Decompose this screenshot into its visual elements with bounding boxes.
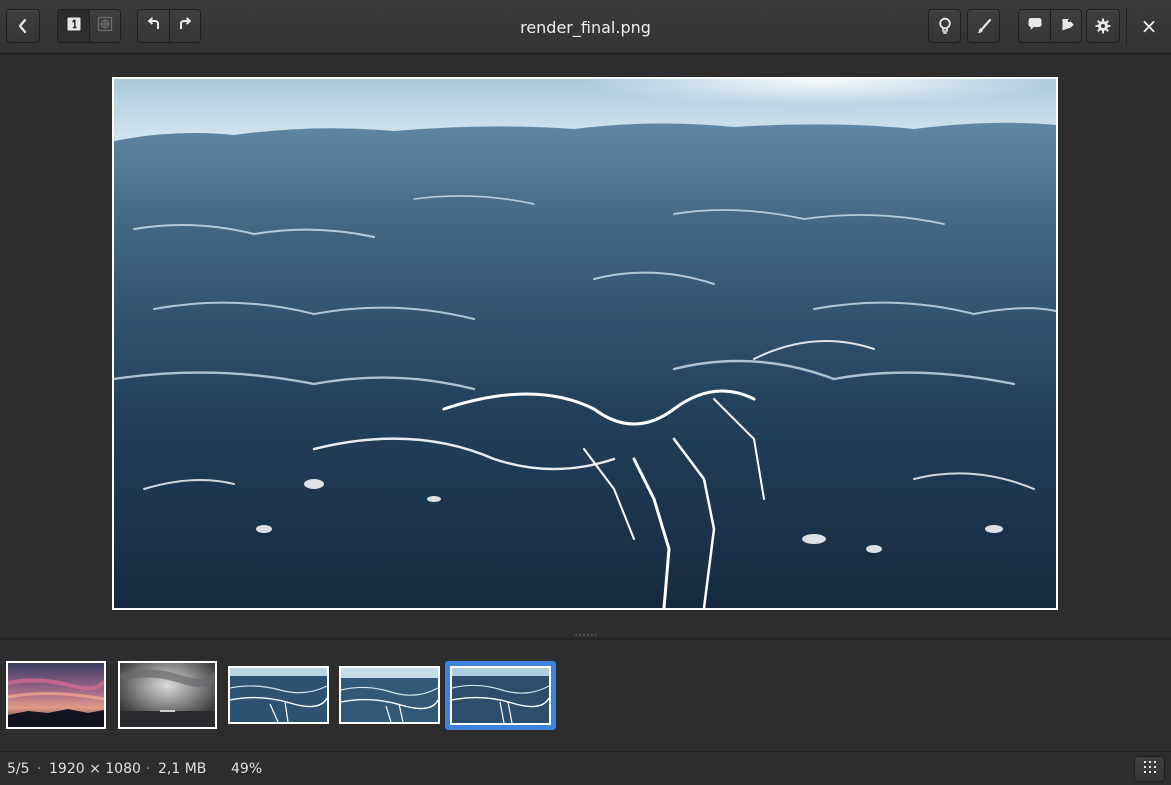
gear-icon [1095,18,1111,34]
single-view-button[interactable] [58,10,89,42]
comment-icon [1027,16,1043,36]
rotate-right-button[interactable] [169,10,200,42]
thumbnail-5-selected[interactable] [450,666,551,725]
grid-icon [1143,761,1156,777]
back-button[interactable] [6,9,40,43]
thumbnail-3[interactable] [228,666,329,724]
status-bar: 5/5 · 1920 × 1080 · 2,1 MB 49% [0,751,1171,785]
rotate-right-icon [177,16,193,36]
rotate-left-button[interactable] [138,10,169,42]
rotate-left-icon [146,16,162,36]
paintbrush-icon [976,18,992,34]
edit-button[interactable] [967,9,1000,43]
thumbnail-2[interactable] [118,661,217,729]
resize-handle[interactable] [572,633,600,637]
view-mode-toggle [57,9,121,43]
annotation-group [1018,9,1082,43]
thumbnail-1[interactable] [6,661,106,729]
back-arrow-icon [17,18,29,34]
thumbnail-4[interactable] [339,666,440,724]
image-viewer[interactable] [0,55,1171,638]
image-position: 5/5 [7,761,30,777]
tag-button[interactable] [1050,10,1081,42]
settings-button[interactable] [1086,9,1120,43]
fit-grid-icon [97,16,113,36]
tag-icon [1058,16,1074,36]
close-icon: × [1140,14,1158,38]
header-bar: render_final.png × [0,0,1171,54]
file-size: 2,1 MB [158,761,207,777]
thumbnail-strip [0,640,1171,751]
close-button[interactable]: × [1136,11,1162,41]
status-separator: · [37,761,42,777]
lightbulb-icon [938,17,952,35]
zoom-level[interactable]: 49% [231,752,262,785]
thumbnail-toggle-button[interactable] [1134,756,1165,782]
image-dimensions: 1920 × 1080 [49,761,141,777]
single-page-icon [66,16,82,36]
fit-view-button[interactable] [89,10,120,42]
status-separator: · [146,761,151,777]
header-separator [1126,8,1127,46]
rotate-group [137,9,201,43]
auto-enhance-button[interactable] [928,9,961,43]
main-image[interactable] [112,77,1058,610]
comment-button[interactable] [1019,10,1050,42]
